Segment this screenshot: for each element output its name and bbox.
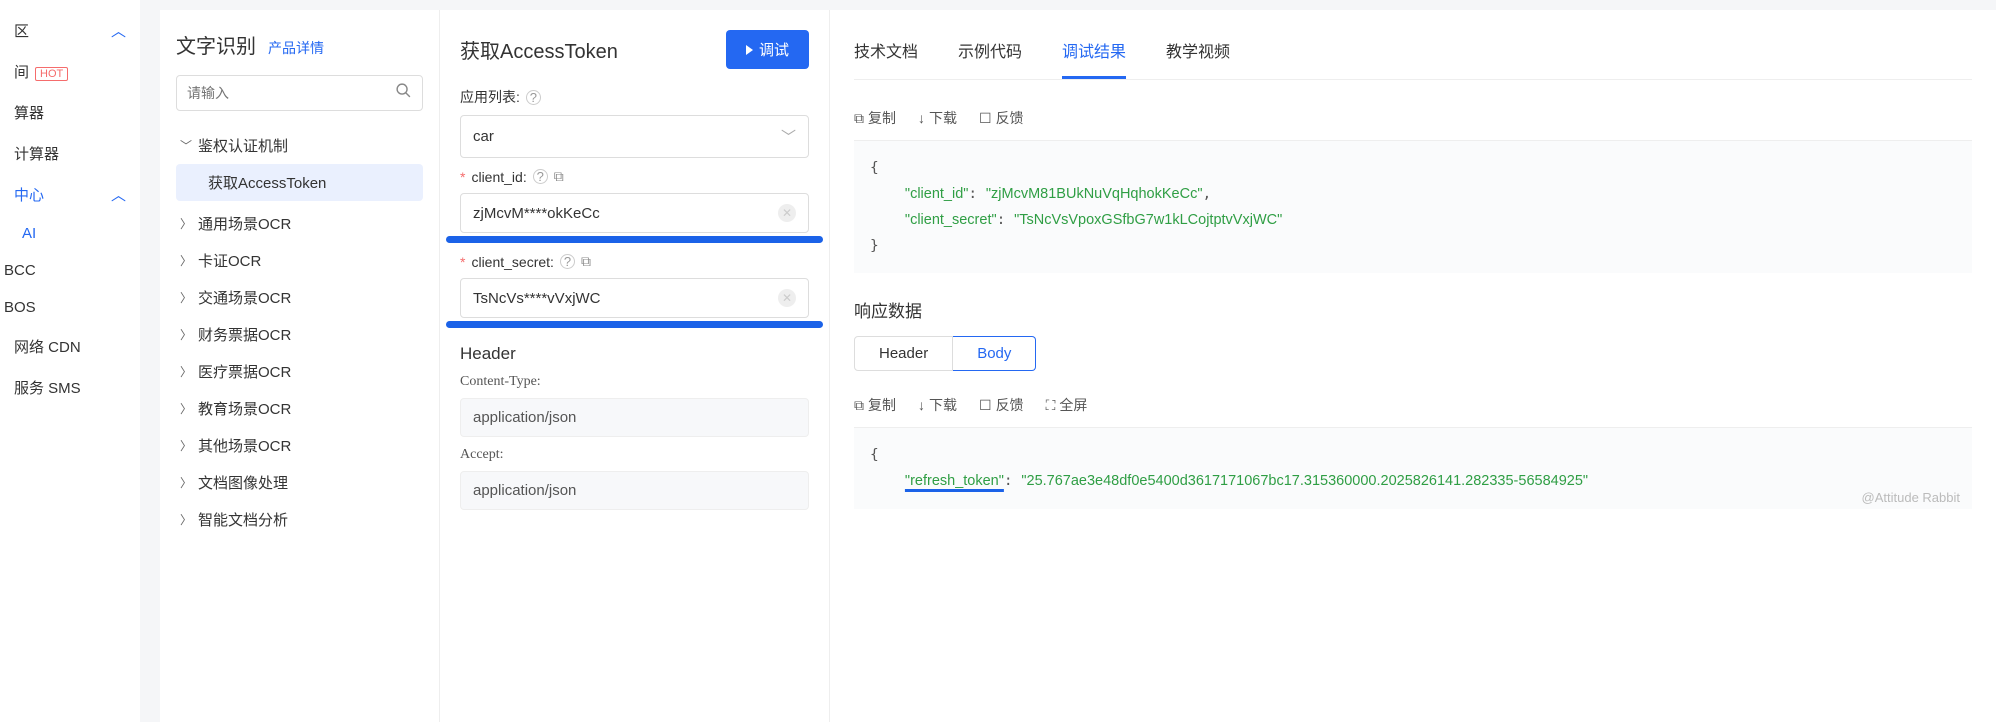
search-field[interactable] (187, 85, 395, 101)
main-panel: 文字识别 产品详情 ﹀鉴权认证机制 获取AccessToken 〉通用场景OCR… (160, 10, 1996, 722)
feedback-button[interactable]: ☐反馈 (979, 395, 1024, 415)
content-type-label: Content-Type: (460, 374, 809, 390)
hot-badge: HOT (35, 67, 68, 81)
nav-item[interactable]: 间HOT (0, 51, 140, 92)
watermark: @Attitude Rabbit (1862, 490, 1960, 505)
nav-item-center[interactable]: 中心︿ (0, 174, 140, 215)
request-code: { "client_id": "zjMcvM81BUkNuVqHqhokKeCc… (854, 141, 1972, 273)
chevron-up-icon: ︿ (111, 184, 126, 205)
chevron-down-icon: ﹀ (781, 126, 796, 147)
tree-group[interactable]: 〉其他场景OCR (176, 427, 423, 464)
tab-video[interactable]: 教学视频 (1166, 30, 1230, 79)
copy-icon[interactable]: ⧉ (554, 168, 564, 185)
required-icon: * (460, 254, 465, 270)
app-select[interactable]: car﹀ (460, 115, 809, 158)
download-button[interactable]: ↓下载 (918, 395, 957, 415)
product-detail-link[interactable]: 产品详情 (268, 38, 324, 58)
nav-item[interactable]: 计算器 (0, 133, 140, 174)
copy-icon[interactable]: ⧉ (581, 253, 591, 270)
tab-sample[interactable]: 示例代码 (958, 30, 1022, 79)
tree-group[interactable]: 〉卡证OCR (176, 242, 423, 279)
api-tree: 文字识别 产品详情 ﹀鉴权认证机制 获取AccessToken 〉通用场景OCR… (160, 10, 440, 722)
play-icon (746, 45, 753, 55)
app-list-label: 应用列表: (460, 87, 520, 107)
result-tabs: 技术文档 示例代码 调试结果 教学视频 (854, 30, 1972, 80)
nav-item[interactable]: BCC (0, 252, 140, 289)
seg-body[interactable]: Body (953, 336, 1036, 371)
chevron-right-icon: 〉 (180, 252, 198, 269)
tree-title: 文字识别 (176, 30, 256, 59)
client-secret-label: client_secret: (471, 254, 553, 270)
annotation-mark (446, 321, 823, 328)
debug-button[interactable]: 调试 (726, 30, 809, 69)
accept-value: application/json (460, 471, 809, 510)
client-secret-input[interactable]: TsNcVs****vVxjWC✕ (460, 278, 809, 318)
client-id-input[interactable]: zjMcvM****okKeCc✕ (460, 193, 809, 233)
chevron-right-icon: 〉 (180, 474, 198, 491)
chevron-right-icon: 〉 (180, 400, 198, 417)
copy-button[interactable]: ⧉复制 (854, 108, 896, 128)
response-segment: Header Body (854, 336, 1036, 371)
chevron-right-icon: 〉 (180, 363, 198, 380)
tree-group[interactable]: 〉交通场景OCR (176, 279, 423, 316)
tab-debug-result[interactable]: 调试结果 (1062, 30, 1126, 79)
tree-group[interactable]: 〉医疗票据OCR (176, 353, 423, 390)
nav-item[interactable]: 算器 (0, 92, 140, 133)
search-icon (395, 82, 412, 104)
tree-item-access-token[interactable]: 获取AccessToken (176, 164, 423, 201)
chevron-right-icon: 〉 (180, 289, 198, 306)
response-code: { "refresh_token": "25.767ae3e48df0e5400… (854, 428, 1972, 508)
feedback-button[interactable]: ☐反馈 (979, 108, 1024, 128)
clear-icon[interactable]: ✕ (778, 204, 796, 222)
nav-item[interactable]: 服务 SMS (0, 367, 140, 408)
response-toolbar: ⧉复制 ↓下载 ☐反馈 ⛶全屏 (854, 385, 1972, 428)
seg-header[interactable]: Header (854, 336, 953, 371)
help-icon[interactable]: ? (533, 169, 548, 184)
chevron-right-icon: 〉 (180, 437, 198, 454)
search-input[interactable] (176, 75, 423, 111)
tree-group-auth[interactable]: ﹀鉴权认证机制 (176, 127, 423, 164)
chevron-right-icon: 〉 (180, 511, 198, 528)
request-toolbar: ⧉复制 ↓下载 ☐反馈 (854, 98, 1972, 141)
result-panel: 技术文档 示例代码 调试结果 教学视频 ⧉复制 ↓下载 ☐反馈 { "clien… (830, 10, 1996, 722)
left-sidebar: 区︿ 间HOT 算器 计算器 中心︿ AI BCC BOS 网络 CDN 服务 … (0, 0, 140, 722)
tree-group[interactable]: 〉智能文档分析 (176, 501, 423, 538)
nav-item[interactable]: BOS (0, 289, 140, 326)
chevron-right-icon: 〉 (180, 326, 198, 343)
help-icon[interactable]: ? (526, 90, 541, 105)
nav-item-ai[interactable]: AI (0, 215, 140, 252)
required-icon: * (460, 169, 465, 185)
tree-group[interactable]: 〉文档图像处理 (176, 464, 423, 501)
download-button[interactable]: ↓下载 (918, 108, 957, 128)
nav-item[interactable]: 网络 CDN (0, 326, 140, 367)
copy-button[interactable]: ⧉复制 (854, 395, 896, 415)
header-section-title: Header (460, 344, 809, 364)
chevron-right-icon: 〉 (180, 215, 198, 232)
content-type-value: application/json (460, 398, 809, 437)
response-title: 响应数据 (854, 297, 1972, 322)
client-id-label: client_id: (471, 169, 526, 185)
request-form: 获取AccessToken 调试 应用列表:? car﹀ * client_id:… (440, 10, 830, 722)
form-title: 获取AccessToken (460, 35, 618, 64)
tab-docs[interactable]: 技术文档 (854, 30, 918, 79)
chevron-down-icon: ﹀ (180, 137, 198, 154)
fullscreen-button[interactable]: ⛶全屏 (1046, 395, 1088, 415)
help-icon[interactable]: ? (560, 254, 575, 269)
accept-label: Accept: (460, 447, 809, 463)
annotation-mark (446, 236, 823, 243)
tree-group[interactable]: 〉通用场景OCR (176, 205, 423, 242)
nav-item[interactable]: 区︿ (0, 10, 140, 51)
tree-group[interactable]: 〉教育场景OCR (176, 390, 423, 427)
clear-icon[interactable]: ✕ (778, 289, 796, 307)
tree-group[interactable]: 〉财务票据OCR (176, 316, 423, 353)
chevron-up-icon: ︿ (111, 20, 126, 41)
